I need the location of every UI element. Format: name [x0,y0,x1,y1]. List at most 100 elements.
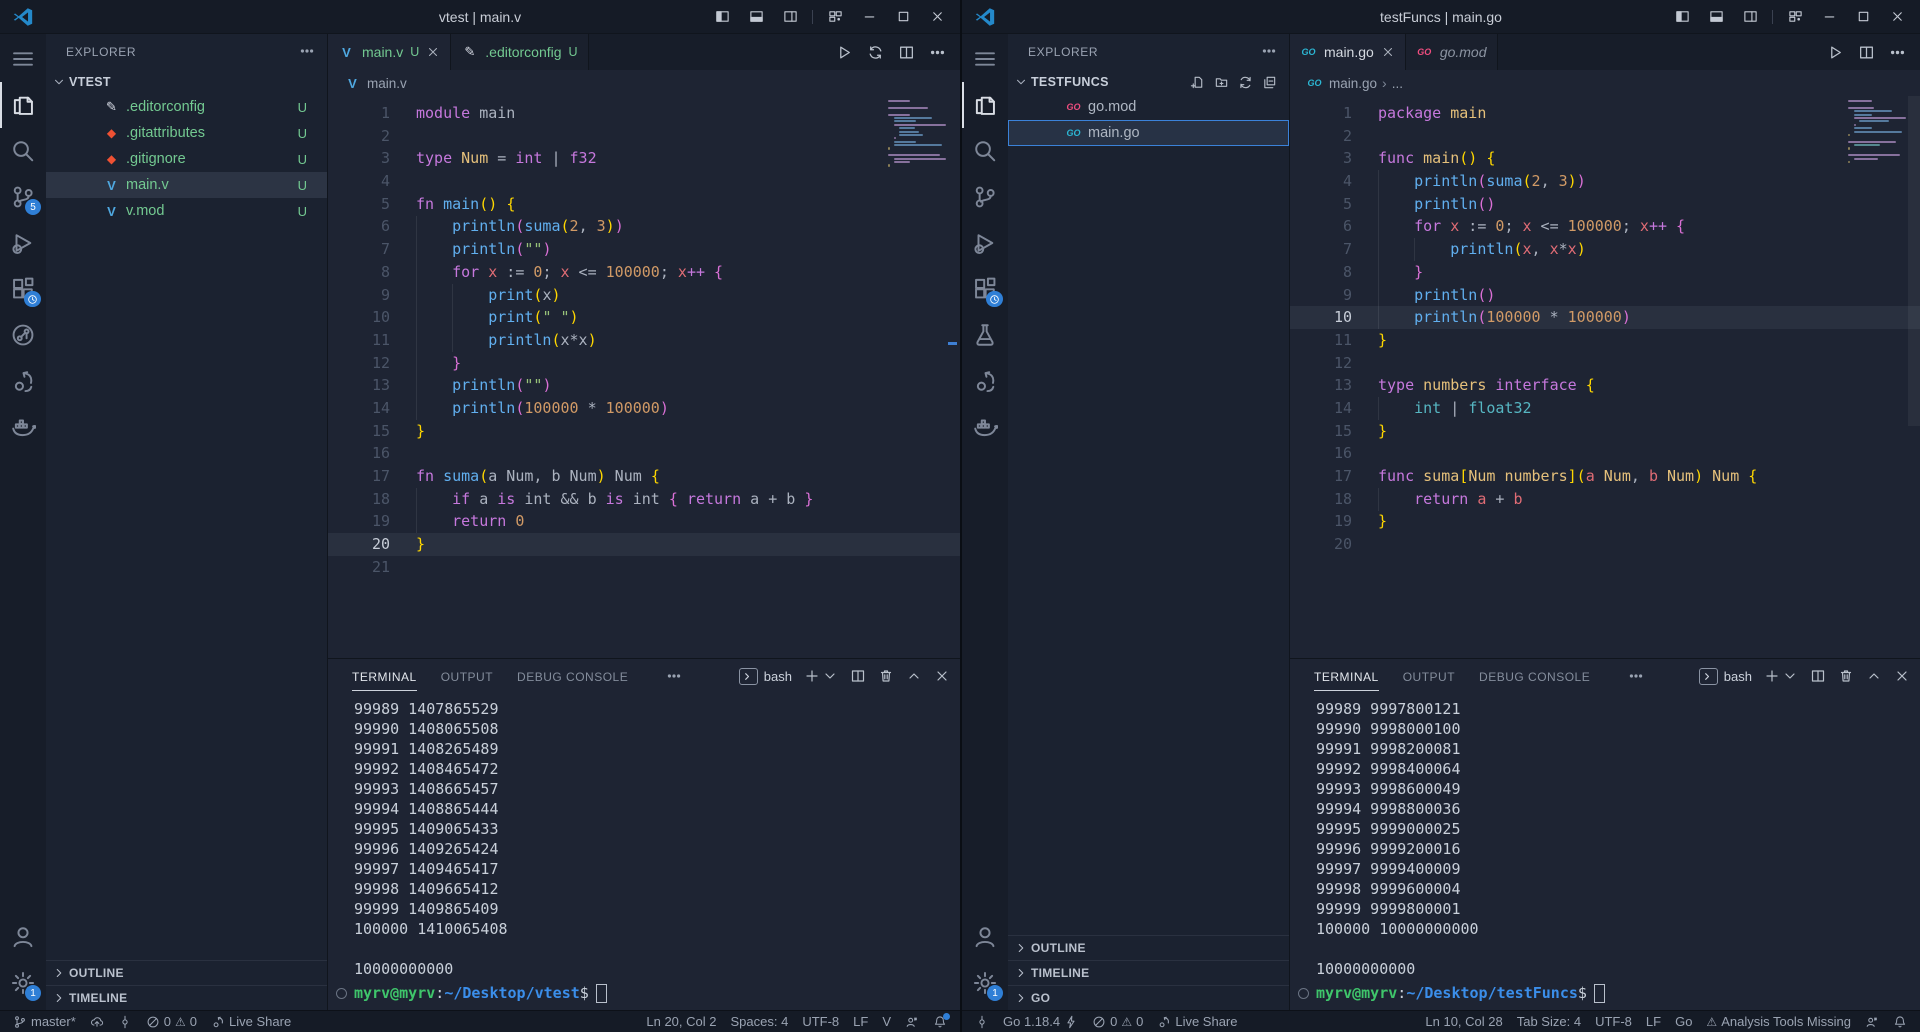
panel-tab-terminal[interactable]: TERMINAL [352,662,417,691]
status-indentation[interactable]: Spaces: 4 [723,1011,795,1032]
sidebar-section-timeline[interactable]: TIMELINE [46,985,327,1010]
status-indentation[interactable]: Tab Size: 4 [1510,1011,1588,1032]
maximize-icon[interactable] [1848,4,1878,30]
split-icon[interactable] [1858,44,1875,61]
status-feedback[interactable] [898,1011,926,1032]
layout-sidebar-right-icon[interactable] [1735,4,1765,30]
chevron-up-icon[interactable] [906,668,922,684]
tab-main.go[interactable]: GO main.go [1290,34,1406,70]
sidebar-section-timeline[interactable]: TIMELINE [1008,960,1289,985]
minimize-icon[interactable] [854,4,884,30]
status-problems[interactable]: 0 ⚠ 0 [139,1011,204,1032]
shell-selector[interactable]: bash [1698,667,1752,685]
split-icon[interactable] [898,44,915,61]
code-editor[interactable]: 1 package main 2 3 func main() {4 println(su… [1290,96,1920,658]
more-actions-icon[interactable] [1628,668,1644,684]
layout-panel-icon[interactable] [1701,4,1731,30]
status-eol[interactable]: LF [1639,1011,1668,1032]
status-problems[interactable]: 0 ⚠ 0 [1085,1011,1150,1032]
activitybar-accounts[interactable] [962,914,1008,960]
status-git-branch[interactable]: master* [6,1011,83,1032]
close-icon[interactable] [934,668,950,684]
file-row-v.mod[interactable]: Vv.mod U [46,198,327,224]
activitybar-settings[interactable]: 1 [962,960,1008,1006]
status-source-control-graph[interactable] [968,1011,996,1032]
sync-icon[interactable] [867,44,884,61]
new-file-icon[interactable] [1190,75,1205,90]
status-encoding[interactable]: UTF-8 [1588,1011,1639,1032]
status-eol[interactable]: LF [846,1011,875,1032]
status-publish[interactable] [83,1011,111,1032]
layout-panel-icon[interactable] [741,4,771,30]
minimap[interactable] [888,100,946,171]
chevron-up-icon[interactable] [1866,668,1882,684]
status-feedback[interactable] [1858,1011,1886,1032]
tab-.editorconfig[interactable]: ✎ .editorconfig U [451,34,589,70]
activitybar-source-control[interactable]: 5 [0,174,46,220]
status-notifications[interactable] [1886,1011,1914,1032]
status-go-version[interactable]: Go 1.18.4 [996,1011,1085,1032]
status-language-mode[interactable]: V [875,1011,898,1032]
play-icon[interactable] [836,44,853,61]
terminal-cursor[interactable] [1593,983,1605,1003]
file-row-main.v[interactable]: Vmain.v U [46,172,327,198]
status-live-share[interactable]: Live Share [1150,1011,1244,1032]
panel-tab-debug-console[interactable]: DEBUG CONSOLE [1479,662,1590,691]
layout-grid-icon[interactable] [1780,4,1810,30]
more-actions-icon[interactable] [1261,43,1277,62]
file-row-main.go[interactable]: GO main.go [1008,120,1289,146]
close-icon[interactable] [1882,4,1912,30]
folder-section-header[interactable]: VTEST [46,70,327,94]
terminal[interactable]: 99989 1407865529 99990 1408065508 99991 14… [328,693,960,1010]
close-icon[interactable] [426,45,440,59]
terminal-cursor[interactable] [595,983,607,1003]
layout-grid-icon[interactable] [820,4,850,30]
layout-sidebar-right-icon[interactable] [775,4,805,30]
close-icon[interactable] [922,4,952,30]
breadcrumb[interactable]: GO main.go ›... [1290,70,1920,96]
minimap[interactable] [1848,100,1906,168]
panel-tab-terminal[interactable]: TERMINAL [1314,662,1379,691]
scrollbar[interactable] [1908,96,1920,426]
shell-selector[interactable]: bash [738,667,792,685]
more-icon[interactable] [1889,44,1906,61]
activitybar-explorer[interactable] [0,82,46,128]
activitybar-menu[interactable] [962,36,1008,82]
maximize-icon[interactable] [888,4,918,30]
activitybar-live-share[interactable] [0,358,46,404]
status-source-control-graph[interactable] [111,1011,139,1032]
activitybar-live-share[interactable] [962,358,1008,404]
activitybar-menu[interactable] [0,36,46,82]
collapse-all-icon[interactable] [1262,75,1277,90]
breadcrumb-item[interactable]: main.v [367,76,407,91]
split-icon[interactable] [1810,668,1826,684]
sidebar-section-go[interactable]: GO [1008,985,1289,1010]
activitybar-run-debug[interactable] [962,220,1008,266]
terminal[interactable]: 99989 9997800121 99990 9998000100 99991 99… [1290,693,1920,1010]
trash-icon[interactable] [878,668,894,684]
activitybar-search[interactable] [962,128,1008,174]
activitybar-testing[interactable] [962,312,1008,358]
more-actions-icon[interactable] [299,43,315,62]
breadcrumb-item[interactable]: ... [1392,76,1403,91]
breadcrumb[interactable]: Vmain.v [328,70,960,96]
refresh-icon[interactable] [1238,75,1253,90]
split-icon[interactable] [850,668,866,684]
panel-tab-debug-console[interactable]: DEBUG CONSOLE [517,662,628,691]
activitybar-test-explorer[interactable] [0,312,46,358]
panel-tab-output[interactable]: OUTPUT [441,662,493,691]
close-icon[interactable] [1381,45,1395,59]
tab-main.v[interactable]: Vmain.v U [328,34,452,70]
activitybar-run-debug[interactable] [0,220,46,266]
sidebar-section-outline[interactable]: OUTLINE [1008,935,1289,960]
minimize-icon[interactable] [1814,4,1844,30]
activitybar-extensions[interactable] [0,266,46,312]
new-terminal[interactable] [804,668,838,684]
activitybar-source-control[interactable] [962,174,1008,220]
activitybar-explorer[interactable] [962,82,1008,128]
code-editor[interactable]: 1 module main 2 3 type Num = int | f32 4 5 fn m… [328,96,960,658]
file-row-.gitignore[interactable]: ◆ .gitignore U [46,146,327,172]
panel-tab-output[interactable]: OUTPUT [1403,662,1455,691]
status-cursor-position[interactable]: Ln 10, Col 28 [1418,1011,1509,1032]
play-icon[interactable] [1827,44,1844,61]
